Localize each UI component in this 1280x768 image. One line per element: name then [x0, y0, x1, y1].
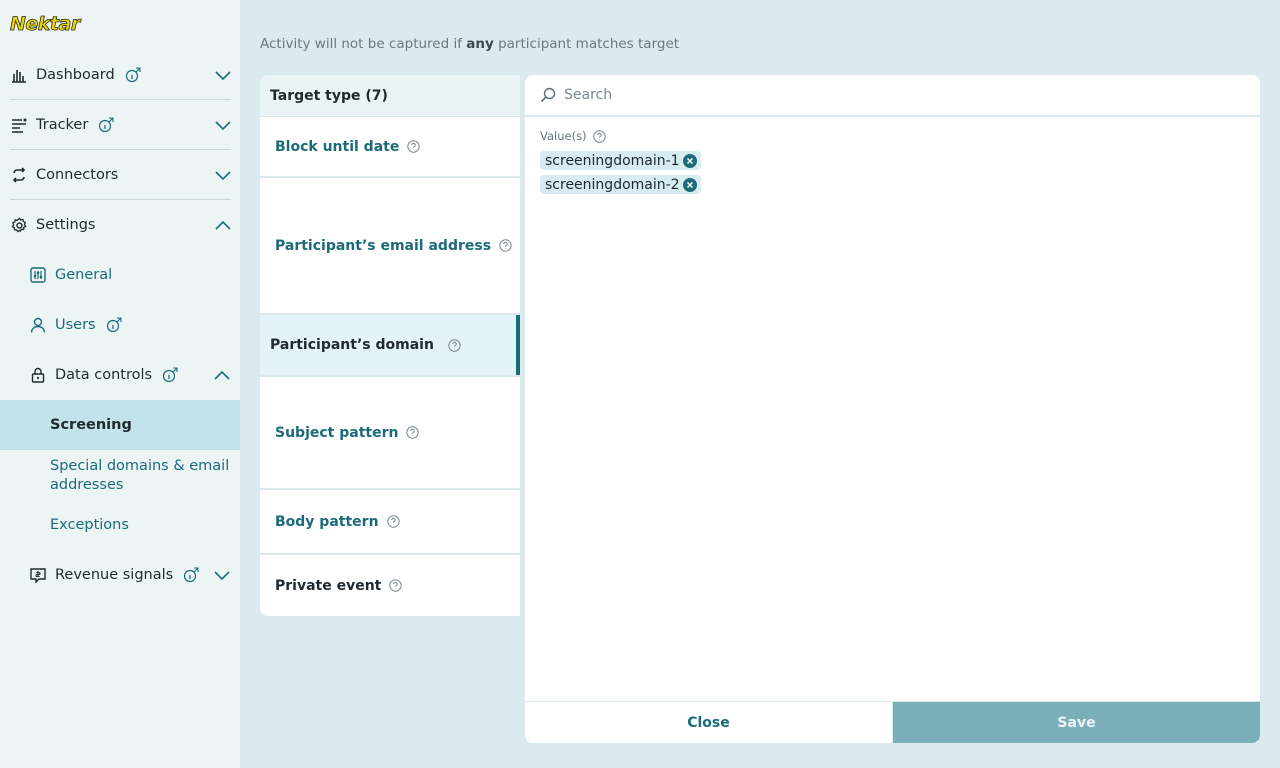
target-label: Participant’s email address — [275, 237, 492, 254]
info-icon[interactable] — [98, 116, 114, 133]
info-icon[interactable] — [162, 367, 178, 383]
chevron-down-icon[interactable] — [215, 117, 231, 133]
nav-exceptions[interactable]: Exceptions — [50, 516, 230, 535]
search-icon — [540, 87, 556, 103]
tracker-list-icon — [10, 116, 28, 134]
help-icon[interactable] — [499, 239, 512, 252]
target-label: Block until date — [275, 138, 400, 155]
nav-revenue-signals-label: Revenue signals — [55, 567, 174, 583]
help-icon[interactable] — [592, 129, 606, 143]
chevron-down-icon[interactable] — [214, 567, 230, 583]
nav-general[interactable]: General — [30, 250, 230, 300]
chevron-down-icon[interactable] — [215, 167, 231, 183]
revenue-signal-icon — [30, 566, 48, 584]
values-label: Value(s) — [540, 129, 606, 143]
save-button[interactable]: Save — [893, 702, 1260, 743]
capture-notice: Activity will not be captured if any par… — [260, 36, 679, 52]
remove-chip-icon[interactable] — [682, 177, 697, 192]
nav-tracker[interactable]: Tracker — [10, 100, 231, 150]
panel-footer: Close Save — [525, 701, 1260, 743]
values-panel: Value(s) screeningdomain-1 screeningdoma… — [525, 75, 1260, 743]
bar-chart-icon — [10, 66, 28, 84]
nav-settings[interactable]: Settings — [10, 200, 231, 250]
notice-emphasis: any — [466, 36, 494, 52]
nav-users-label: Users — [55, 317, 96, 333]
chevron-up-icon[interactable] — [215, 217, 231, 233]
target-label: Private event — [275, 577, 382, 594]
lock-icon — [30, 366, 48, 384]
help-icon[interactable] — [448, 338, 461, 352]
notice-suffix: participant matches target — [493, 36, 680, 52]
connectors-icon — [10, 166, 28, 184]
info-icon[interactable] — [183, 567, 199, 583]
nav-data-controls-label: Data controls — [55, 367, 153, 383]
nav-users[interactable]: Users — [30, 300, 230, 350]
help-icon[interactable] — [406, 426, 420, 439]
target-participant-domain[interactable]: Participant’s domain — [260, 315, 520, 377]
nav-settings-label: Settings — [36, 217, 96, 233]
chevron-up-icon[interactable] — [214, 367, 230, 383]
target-type-header: Target type (7) — [260, 75, 520, 117]
search-bar — [525, 75, 1260, 117]
target-type-panel: Target type (7) Block until date Partici… — [260, 75, 520, 616]
help-icon[interactable] — [389, 579, 403, 592]
user-icon — [30, 316, 48, 334]
nav-data-controls[interactable]: Data controls — [30, 350, 230, 400]
info-icon[interactable] — [106, 317, 122, 333]
close-button[interactable]: Close — [525, 702, 893, 743]
target-block-until-date[interactable]: Block until date — [260, 117, 520, 178]
value-chip-text: screeningdomain-1 — [545, 152, 680, 169]
nav-screening[interactable]: Screening — [0, 400, 240, 450]
target-label: Subject pattern — [275, 424, 399, 441]
search-input[interactable] — [564, 87, 1164, 103]
target-label: Participant’s domain — [270, 337, 434, 353]
nav-special-domains[interactable]: Special domains & email addresses — [50, 457, 230, 495]
nav-general-label: General — [55, 267, 113, 283]
target-private-event[interactable]: Private event — [260, 555, 520, 616]
nav-dashboard-label: Dashboard — [36, 66, 115, 83]
notice-prefix: Activity will not be captured if — [260, 36, 467, 52]
value-chip: screeningdomain-1 — [540, 151, 701, 170]
value-chip-text: screeningdomain-2 — [545, 176, 680, 193]
nav-revenue-signals[interactable]: Revenue signals — [30, 550, 230, 600]
help-icon[interactable] — [386, 515, 400, 528]
nav-connectors-label: Connectors — [36, 166, 119, 183]
info-icon[interactable] — [125, 66, 141, 83]
nav-dashboard[interactable]: Dashboard — [10, 50, 231, 100]
value-chip: screeningdomain-2 — [540, 175, 701, 194]
target-label: Body pattern — [275, 513, 379, 530]
chevron-down-icon[interactable] — [215, 67, 231, 83]
target-body-pattern[interactable]: Body pattern — [260, 490, 520, 555]
gear-icon — [10, 216, 28, 234]
values-label-text: Value(s) — [540, 129, 587, 143]
nektar-logo[interactable]: Nektar — [10, 13, 81, 36]
nav-tracker-label: Tracker — [36, 116, 89, 133]
remove-chip-icon[interactable] — [682, 153, 697, 168]
help-icon[interactable] — [407, 140, 421, 153]
nav-connectors[interactable]: Connectors — [10, 150, 231, 200]
sliders-icon — [30, 266, 48, 284]
target-participant-email[interactable]: Participant’s email address — [260, 178, 520, 315]
target-subject-pattern[interactable]: Subject pattern — [260, 377, 520, 490]
sidebar: Nektar Dashboard Tracker Connectors Sett… — [0, 0, 240, 768]
